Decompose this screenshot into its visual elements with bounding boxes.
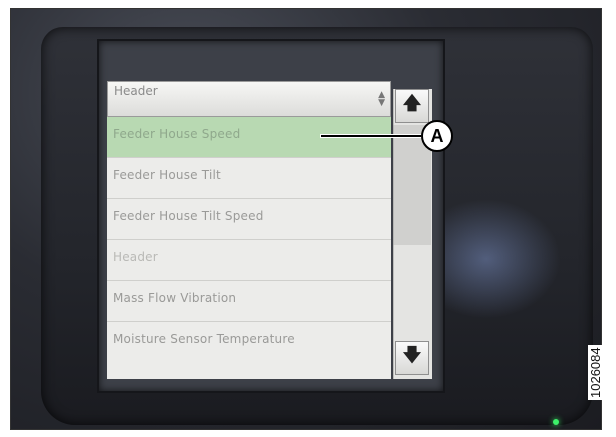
list-group-label: Header [113, 250, 158, 264]
dropdown-chevron-icon: ▲ ▼ [378, 90, 385, 108]
callout-leader-line [321, 135, 421, 137]
scroll-up-button[interactable]: 🡅 [395, 89, 429, 123]
up-arrow-icon: 🡅 [402, 93, 422, 114]
list-item-feeder-house-tilt-speed[interactable]: Feeder House Tilt Speed [107, 199, 391, 240]
list-item-label: Feeder House Tilt [113, 168, 221, 182]
list-item-label: Feeder House Tilt Speed [113, 209, 264, 223]
list-item-feeder-house-speed[interactable]: Feeder House Speed [107, 117, 391, 158]
list-item-label: Feeder House Speed [113, 127, 241, 141]
list-item-mass-flow-vibration[interactable]: Mass Flow Vibration [107, 281, 391, 322]
list-item-feeder-house-tilt[interactable]: Feeder House Tilt [107, 158, 391, 199]
display-screen: Header ▲ ▼ Feeder House Speed Feeder Hous… [97, 39, 445, 393]
dropdown-selected-value: Header [114, 84, 158, 98]
scroll-down-button[interactable]: 🡇 [395, 341, 429, 375]
callout-label: A [430, 125, 444, 146]
figure-id: 1026084 [588, 345, 603, 400]
photo-frame: Header ▲ ▼ Feeder House Speed Feeder Hous… [10, 8, 602, 430]
list-item-moisture-sensor-temperature[interactable]: Moisture Sensor Temperature [107, 322, 391, 363]
down-arrow-icon: 🡇 [402, 345, 422, 366]
category-dropdown[interactable]: Header ▲ ▼ [107, 81, 391, 117]
list-item-header-group: Header [107, 240, 391, 281]
list-item-label: Moisture Sensor Temperature [113, 332, 295, 346]
list-item-label: Mass Flow Vibration [113, 291, 237, 305]
power-led-icon [553, 419, 559, 425]
callout-marker: A [421, 120, 453, 152]
